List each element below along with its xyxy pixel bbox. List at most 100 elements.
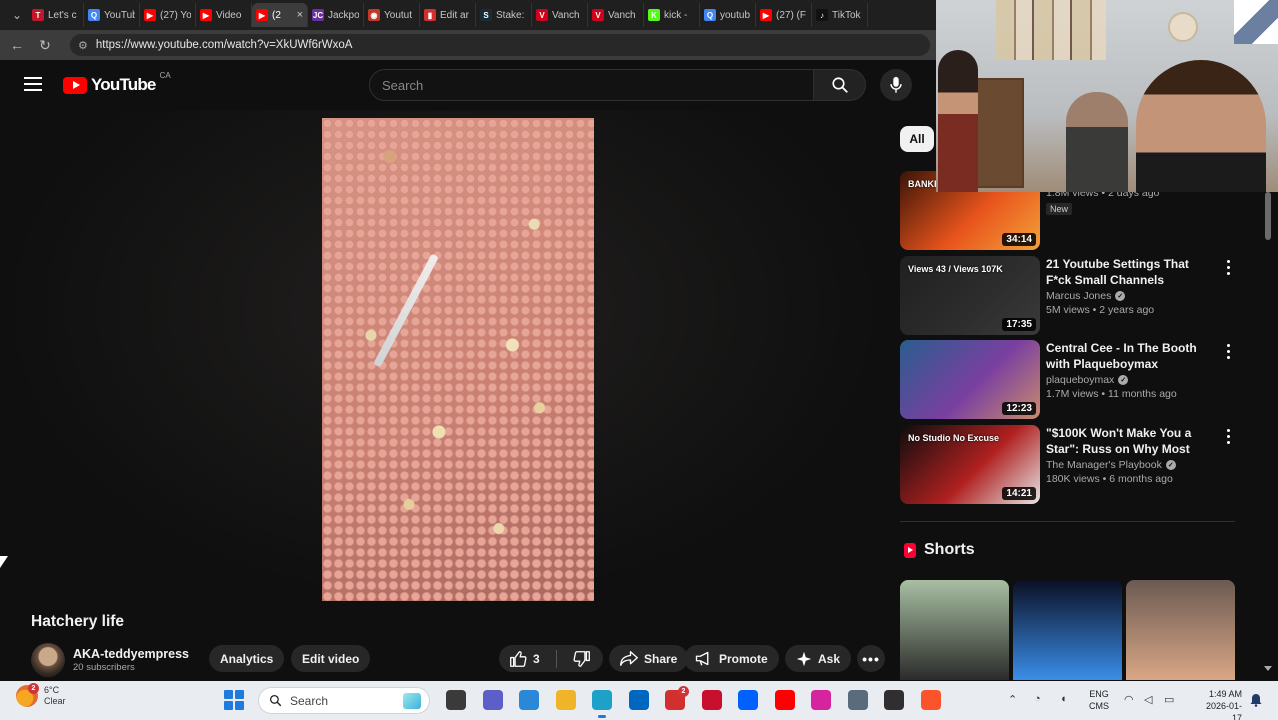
thumbnail-text: Views 43 / Views 107K [908, 264, 1003, 274]
browser-tab[interactable]: Qyoutub [700, 3, 756, 27]
taskbar-store-icon[interactable] [628, 690, 649, 710]
browser-tab[interactable]: JC Jackpo [308, 3, 364, 27]
video-duration: 12:23 [1002, 402, 1036, 415]
site-info-icon[interactable]: ⚙ [78, 39, 88, 52]
promote-button[interactable]: Promote [684, 645, 779, 672]
taskbar-obs-icon[interactable] [884, 690, 904, 710]
more-horizontal-icon: ••• [862, 650, 880, 667]
browser-tab[interactable]: ▮ Edit ar [420, 3, 476, 27]
video-duration: 34:14 [1002, 233, 1036, 246]
browser-tab[interactable]: T Let's c [28, 3, 84, 27]
more-vertical-icon[interactable] [1221, 342, 1235, 360]
like-button[interactable]: 3 [499, 645, 550, 672]
volume-icon[interactable]: ◁ [1144, 693, 1152, 706]
tab-favicon-icon: V [592, 9, 604, 21]
menu-icon[interactable] [24, 77, 42, 91]
recommended-video[interactable]: No Studio No Excuse 14:21 "$100K Won't Mak… [900, 425, 1235, 505]
recommended-video-title[interactable]: Central Cee - In The Booth with Plaquebo… [1046, 340, 1216, 372]
reload-icon[interactable]: ↻ [34, 34, 56, 56]
search-input[interactable]: Search [369, 69, 814, 101]
dislike-button[interactable] [563, 645, 601, 672]
analytics-button[interactable]: Analytics [209, 645, 285, 672]
taskbar-copilot-icon[interactable] [519, 690, 539, 710]
webcam-overlay [936, 0, 1278, 192]
scroll-down-arrow-icon[interactable] [1264, 666, 1272, 671]
ask-button[interactable]: Ask [785, 645, 852, 672]
more-vertical-icon[interactable] [1221, 258, 1235, 276]
browser-tab[interactable]: Kkick - [644, 3, 700, 27]
taskbar-mcafee-icon[interactable] [701, 690, 722, 710]
more-actions-button[interactable]: ••• [857, 645, 885, 672]
browser-tab[interactable]: ▶ (27) Yo [140, 3, 196, 27]
youtube-logo[interactable]: YouTube CA [63, 71, 171, 95]
tab-close-icon[interactable]: × [297, 9, 303, 21]
video-frame[interactable] [322, 118, 594, 601]
chip-all[interactable]: All [900, 126, 934, 152]
video-thumbnail[interactable]: Views 43 / Views 107K 17:35 [900, 256, 1040, 335]
recommended-video[interactable]: 12:23 Central Cee - In The Booth with Pla… [900, 340, 1235, 420]
taskbar-settings-icon[interactable] [847, 690, 868, 710]
share-button[interactable]: Share [609, 645, 689, 672]
recommended-video-title[interactable]: "$100K Won't Make You a Star": Russ on W… [1046, 425, 1216, 457]
browser-tab[interactable]: V Vanch [588, 3, 644, 27]
video-thumbnail[interactable]: No Studio No Excuse 14:21 [900, 425, 1040, 504]
channel-avatar[interactable] [31, 643, 65, 677]
tray-app-icon[interactable]: ◔ [1034, 693, 1041, 705]
taskbar-task-view-icon[interactable] [446, 690, 466, 710]
short-thumbnail[interactable] [1013, 580, 1122, 680]
browser-tab[interactable]: ♪ TikTok [812, 3, 868, 27]
windows-start-icon[interactable] [224, 690, 244, 710]
weather-widget[interactable]: 2 6°C Clear [16, 683, 66, 707]
wall-clock [1168, 12, 1198, 42]
subscriber-count: 20 subscribers [73, 662, 135, 673]
battery-icon[interactable]: ▭ [1164, 693, 1174, 706]
tab-title: youtub [720, 9, 751, 21]
video-player[interactable] [0, 110, 885, 605]
taskbar-edge-icon[interactable] [592, 690, 612, 718]
recommended-channel-name[interactable]: The Manager's Playbook [1046, 459, 1162, 471]
browser-tab[interactable]: ▶ (27) (F [756, 3, 812, 27]
tab-search-chevron-icon[interactable]: ⌄ [6, 4, 28, 26]
person-middle [1066, 92, 1128, 192]
recommended-video[interactable]: Views 43 / Views 107K 17:35 21 Youtube Set… [900, 256, 1235, 336]
browser-tab[interactable]: ▶ Video [196, 3, 252, 27]
input-language[interactable]: ENG CMS [1089, 688, 1109, 712]
recommended-video-title[interactable]: 21 Youtube Settings That F*ck Small Chan… [1046, 256, 1216, 288]
channel-name[interactable]: AKA-teddyempress [73, 647, 189, 661]
voice-search-button[interactable] [880, 69, 912, 101]
search-button[interactable] [814, 69, 866, 101]
notification-bell-icon[interactable] [1250, 693, 1262, 707]
browser-tab[interactable]: S Stake: [476, 3, 532, 27]
browser-tab[interactable]: ▶ (2 × [252, 3, 308, 27]
tab-favicon-icon: ▶ [200, 9, 212, 21]
taskbar-youtube-app-icon[interactable] [774, 690, 795, 710]
taskbar-acrobat-icon[interactable]: 2 [665, 686, 689, 710]
wifi-icon[interactable]: ◠ [1124, 693, 1134, 706]
taskbar-search[interactable]: Search [258, 687, 430, 714]
address-bar[interactable]: ⚙ https://www.youtube.com/watch?v=XkUWf6… [70, 34, 930, 56]
browser-tab[interactable]: ◉ Youtut [364, 3, 420, 27]
taskbar-brave-icon[interactable] [920, 690, 941, 710]
recommended-channel-name[interactable]: plaqueboymax [1046, 374, 1114, 386]
recommended-channel-name[interactable]: Marcus Jones [1046, 290, 1111, 302]
short-thumbnail[interactable] [1126, 580, 1235, 680]
tab-favicon-icon: Q [704, 9, 716, 21]
scrollbar-thumb[interactable] [1265, 192, 1271, 240]
edit-video-button[interactable]: Edit video [291, 645, 371, 672]
taskbar-instagram-icon[interactable] [811, 690, 831, 710]
system-clock[interactable]: 1:49 AM 2026-01-17 [1196, 688, 1242, 720]
url-text: https://www.youtube.com/watch?v=XkUWf6rW… [95, 39, 353, 51]
share-arrow-icon [620, 651, 638, 666]
short-thumbnail[interactable] [900, 580, 1009, 680]
browser-tab[interactable]: V Vanch [532, 3, 588, 27]
back-arrow-icon[interactable]: ← [6, 34, 28, 56]
video-duration: 17:35 [1002, 318, 1036, 331]
taskbar-file-explorer-icon[interactable] [555, 690, 576, 710]
taskbar-dropbox-icon[interactable] [738, 690, 758, 710]
taskbar-chat-icon[interactable] [482, 690, 503, 710]
more-vertical-icon[interactable] [1221, 427, 1235, 445]
tray-mic-icon[interactable]: ◖ [1060, 693, 1067, 705]
browser-tab[interactable]: Q YouTub [84, 3, 140, 27]
video-thumbnail[interactable]: 12:23 [900, 340, 1040, 419]
tray-chevron-up-icon[interactable]: ⌃ [1008, 693, 1017, 706]
